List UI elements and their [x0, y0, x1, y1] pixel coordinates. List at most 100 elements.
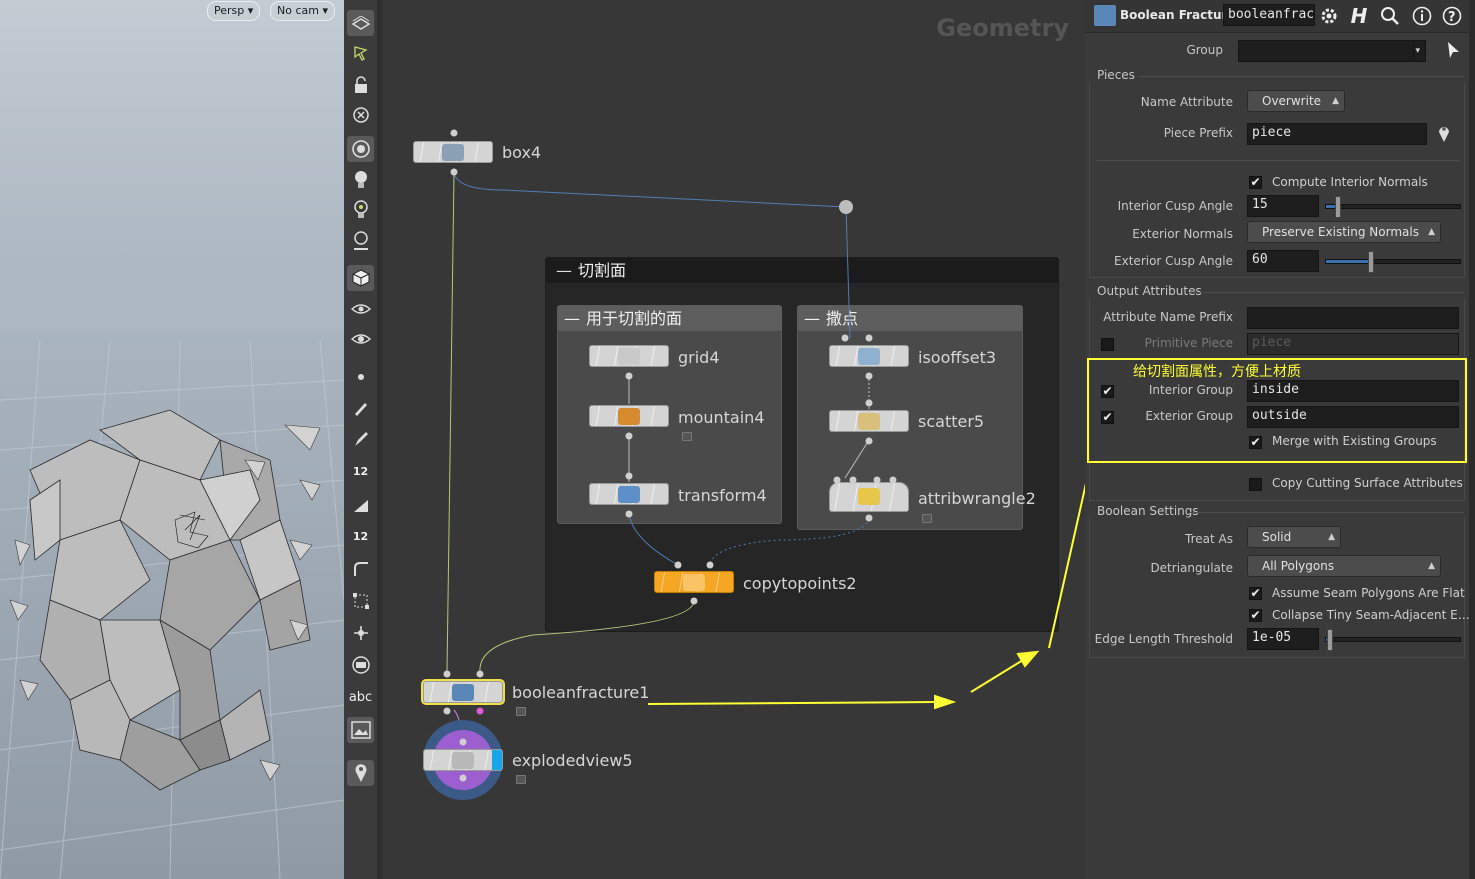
compute-interior-normals-label: Compute Interior Normals — [1272, 175, 1428, 189]
select-icon[interactable] — [347, 40, 374, 66]
path-label: 12 — [352, 529, 369, 543]
primitive-piece-checkbox[interactable] — [1101, 338, 1114, 351]
exterior-cusp-slider-fill — [1326, 260, 1370, 263]
node-copytopoints[interactable] — [654, 571, 734, 593]
edge-threshold-slider-knob[interactable] — [1327, 629, 1333, 651]
compute-interior-normals-checkbox[interactable]: ✔ — [1249, 176, 1262, 189]
piece-prefix-label: Piece Prefix — [1163, 126, 1233, 140]
light-icon[interactable] — [347, 167, 374, 193]
measure-icon[interactable]: 12 — [347, 458, 374, 484]
exterior-normals-menu[interactable]: Preserve Existing Normals ▲ — [1247, 221, 1441, 243]
node-isooffset[interactable] — [829, 345, 909, 367]
stack-icon[interactable] — [347, 620, 374, 646]
edge-threshold-slider[interactable] — [1325, 629, 1461, 651]
view-menu-button[interactable]: Persp ▾ — [207, 1, 261, 21]
pin-icon[interactable] — [347, 760, 374, 786]
piece-prefix-field[interactable]: piece — [1247, 123, 1427, 145]
group-dropdown[interactable]: ▾ — [1413, 40, 1426, 62]
exterior-normals-label: Exterior Normals — [1132, 227, 1233, 241]
copy-cutting-checkbox[interactable] — [1249, 478, 1262, 491]
help-icon[interactable]: ? — [1440, 4, 1464, 28]
image-icon[interactable] — [347, 717, 374, 743]
info-icon[interactable] — [1410, 4, 1434, 28]
group-label: Group — [1186, 43, 1223, 57]
text-icon[interactable]: abc — [347, 684, 374, 710]
node-copytopoints-label: copytopoints2 — [743, 574, 857, 593]
3d-viewport[interactable]: Persp ▾ No cam ▾ — [0, 0, 344, 879]
search-icon[interactable] — [1378, 4, 1402, 28]
node-scatter[interactable] — [829, 410, 909, 432]
lock-icon[interactable] — [347, 72, 374, 98]
node-transform-label: transform4 — [678, 486, 767, 505]
attribwrangle-icon — [858, 488, 880, 505]
ruler-icon[interactable] — [347, 492, 374, 518]
exterior-cusp-field[interactable]: 60 — [1247, 250, 1319, 272]
context-title: Geometry — [936, 14, 1069, 42]
treat-as-label: Treat As — [1185, 532, 1233, 546]
lock-icon[interactable] — [516, 775, 526, 784]
network-box-right-header[interactable]: — 撒点 — [798, 306, 1022, 331]
head-light-icon[interactable] — [347, 228, 374, 254]
collapse-tiny-checkbox[interactable]: ✔ — [1249, 609, 1262, 622]
interior-cusp-slider-knob[interactable] — [1335, 196, 1341, 218]
node-box[interactable] — [413, 141, 493, 163]
houdini-help-icon[interactable]: H — [1347, 4, 1371, 28]
name-attribute-menu[interactable]: Overwrite ▲ — [1247, 90, 1345, 112]
display-flag[interactable] — [492, 750, 502, 770]
node-attribwrangle[interactable] — [829, 482, 909, 512]
interior-cusp-field[interactable]: 15 — [1247, 195, 1319, 217]
exterior-cusp-slider[interactable] — [1325, 251, 1461, 273]
camera-menu-button[interactable]: No cam ▾ — [270, 1, 335, 21]
network-box-outer-header[interactable]: — 切割面 — [546, 258, 1058, 283]
viewport-toolbar: 12 12 abc — [344, 0, 378, 879]
exterior-cusp-slider-knob[interactable] — [1368, 251, 1374, 273]
network-box-left-header[interactable]: — 用于切割的面 — [558, 306, 781, 331]
gear-icon[interactable] — [1317, 4, 1341, 28]
lock-icon[interactable] — [516, 707, 526, 716]
node-grid-label: grid4 — [678, 348, 720, 367]
node-explodedview[interactable] — [423, 749, 503, 771]
lock-icon[interactable] — [922, 514, 932, 523]
edge-threshold-label: Edge Length Threshold — [1094, 632, 1233, 646]
group-field[interactable] — [1238, 40, 1426, 62]
treat-as-menu[interactable]: Solid ▲ — [1247, 526, 1341, 548]
display-options-icon[interactable] — [347, 10, 374, 36]
network-editor[interactable]: Geometry — 切割面 — 用于切割的面 — 撒点 box4 grid4 … — [383, 0, 1085, 879]
node-booleanfracture[interactable] — [423, 681, 503, 703]
pieces-section-title[interactable]: Pieces — [1097, 68, 1135, 82]
node-mountain[interactable] — [589, 405, 669, 427]
edge-threshold-field[interactable]: 1e-05 — [1247, 628, 1319, 650]
detriangulate-label: Detriangulate — [1150, 561, 1233, 575]
bulb-icon[interactable] — [347, 197, 374, 223]
interior-cusp-slider[interactable] — [1325, 196, 1461, 218]
lock-icon[interactable] — [682, 432, 692, 441]
eye-icon[interactable] — [347, 296, 374, 322]
eye-link-icon[interactable] — [347, 327, 374, 353]
node-booleanfracture-label: booleanfracture1 — [512, 683, 650, 702]
section-divider — [1097, 160, 1459, 161]
pin-icon[interactable] — [1437, 123, 1451, 147]
visibility-icon[interactable] — [347, 652, 374, 678]
snap-icon[interactable] — [347, 556, 374, 582]
attr-prefix-field[interactable] — [1247, 307, 1459, 329]
transform-icon[interactable] — [347, 588, 374, 614]
output-section-title[interactable]: Output Attributes — [1097, 284, 1202, 298]
select-arrow-icon[interactable] — [1445, 40, 1461, 64]
detriangulate-menu[interactable]: All Polygons ▲ — [1247, 555, 1441, 577]
ghost-icon[interactable] — [347, 103, 374, 129]
node-grid[interactable] — [589, 345, 669, 367]
node-name-field[interactable]: booleanfrac — [1223, 4, 1315, 26]
brush-icon[interactable] — [347, 395, 374, 421]
assume-seam-checkbox[interactable]: ✔ — [1249, 587, 1262, 600]
node-transform[interactable] — [589, 483, 669, 505]
node-attribwrangle-label: attribwrangle2 — [918, 489, 1036, 508]
annotation-text: 给切割面属性，方便上材质 — [1133, 364, 1301, 380]
primitive-piece-field[interactable]: piece — [1247, 333, 1459, 355]
parameter-pane: Boolean Fracture booleanfrac H ? Group ▾… — [1085, 0, 1469, 879]
boolean-section-title[interactable]: Boolean Settings — [1097, 504, 1199, 518]
pencil-icon[interactable] — [347, 426, 374, 452]
shaded-mode-icon[interactable] — [347, 265, 374, 291]
path-icon[interactable]: 12 — [347, 523, 374, 549]
camera-icon[interactable] — [347, 136, 374, 162]
dot-icon[interactable] — [347, 364, 374, 390]
